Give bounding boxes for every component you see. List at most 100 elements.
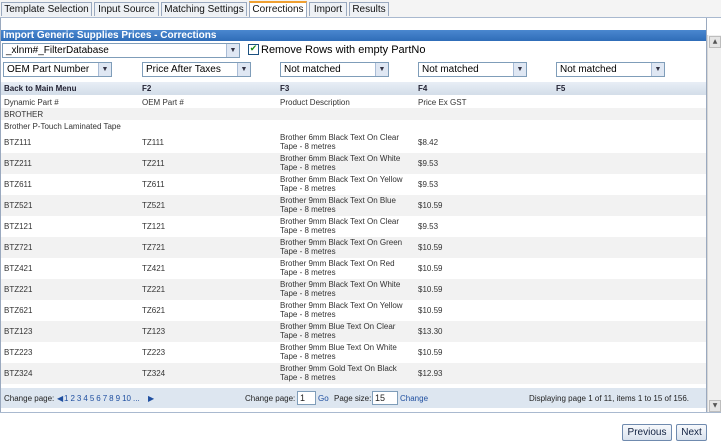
page-link[interactable]: 7: [103, 394, 107, 403]
next-page-icon[interactable]: ▶: [148, 394, 154, 403]
change-page-label: Change page:: [4, 394, 55, 403]
table-row: BTZ611 TZ611 Brother 6mm Black Text On Yel…: [1, 174, 706, 195]
table-cell: Tape - 8 metres: [280, 184, 336, 193]
table-cell: TZ611: [142, 180, 165, 189]
table-cell: Brother 9mm Blue Text On Clear: [280, 322, 396, 331]
page-link[interactable]: 4: [83, 394, 87, 403]
table-cell: Tape - 8 metres: [280, 289, 336, 298]
table-cell: $9.53: [418, 159, 439, 168]
chevron-down-icon: ▼: [375, 63, 388, 76]
chevron-down-icon: ▼: [513, 63, 526, 76]
table-row: BTZ721 TZ721 Brother 9mm Black Text On Gre…: [1, 237, 706, 258]
column-header-f5[interactable]: F5: [556, 82, 565, 95]
table-cell: Price Ex GST: [418, 98, 467, 107]
table-cell: Tape - 8 metres: [280, 310, 336, 319]
page-link[interactable]: 9: [116, 394, 120, 403]
tab-strip: Template Selection Input Source Matching…: [0, 0, 721, 18]
table-cell: BTZ223: [4, 348, 33, 357]
vertical-scrollbar[interactable]: ▲ ▼: [707, 35, 721, 413]
page-link[interactable]: 2: [70, 394, 74, 403]
table-cell: Brother 9mm Black Text On Green: [280, 238, 403, 247]
page-link[interactable]: 6: [96, 394, 100, 403]
table-cell: TZ211: [142, 159, 165, 168]
table-cell: BTZ421: [4, 264, 33, 273]
table-cell: BTZ123: [4, 327, 33, 336]
table-cell: TZ521: [142, 201, 166, 210]
table-cell: Tape - 8 metres: [280, 373, 336, 382]
mapping-select-value: OEM Part Number: [7, 64, 90, 75]
chevron-down-icon: ▼: [237, 63, 250, 76]
page-link[interactable]: 5: [90, 394, 94, 403]
table-row: BTZ211 TZ211 Brother 6mm Black Text On Whi…: [1, 153, 706, 174]
table-cell: $9.53: [418, 222, 439, 231]
column-header-f4[interactable]: F4: [418, 82, 427, 95]
mapping-select-4[interactable]: Not matched ▼: [418, 62, 527, 77]
tab-results[interactable]: Results: [349, 2, 389, 16]
mapping-select-value: Not matched: [422, 64, 479, 75]
mapping-select-2[interactable]: Price After Taxes ▼: [142, 62, 251, 77]
page-link[interactable]: 1: [64, 394, 68, 403]
page-number-input[interactable]: 1: [297, 391, 316, 405]
page-size-input[interactable]: 15: [372, 391, 398, 405]
sheet-select[interactable]: _xlnm#_FilterDatabase ▼: [2, 43, 240, 58]
table-row: BTZ221 TZ221 Brother 9mm Black Text On Whi…: [1, 279, 706, 300]
group-row: BROTHER: [1, 108, 706, 120]
pager-bar: Change page: ◀ 1 2 3 4 5 6 7 8 9 10... ▶ Change p…: [1, 388, 706, 408]
table-cell: Brother 9mm Blue Text On White: [280, 343, 397, 352]
table-cell: Brother 9mm Black Text On White: [280, 280, 401, 289]
scroll-down-icon[interactable]: ▼: [709, 400, 721, 412]
remove-rows-checkbox[interactable]: ✔: [248, 44, 259, 55]
table-cell: $10.59: [418, 264, 443, 273]
table-row: BTZ123 TZ123 Brother 9mm Blue Text On Clea…: [1, 321, 706, 342]
tab-import[interactable]: Import: [309, 2, 347, 16]
table-cell: BTZ111: [4, 138, 32, 147]
tab-template-selection[interactable]: Template Selection: [1, 2, 92, 16]
mapping-select-1[interactable]: OEM Part Number ▼: [3, 62, 112, 77]
mapping-select-value: Not matched: [284, 64, 341, 75]
column-header-f2[interactable]: F2: [142, 82, 151, 95]
page-link[interactable]: 8: [109, 394, 113, 403]
change-page-size-link[interactable]: Change: [400, 394, 428, 403]
table-cell: $12.93: [418, 369, 443, 378]
page-link[interactable]: ...: [133, 394, 140, 403]
back-to-main-menu-link[interactable]: Back to Main Menu: [4, 82, 76, 95]
mapping-select-3[interactable]: Not matched ▼: [280, 62, 389, 77]
chevron-down-icon: ▼: [226, 44, 239, 57]
prev-page-icon[interactable]: ◀: [57, 394, 63, 403]
divider: [0, 412, 721, 413]
page-link[interactable]: 10: [122, 394, 131, 403]
table-cell: Tape - 8 metres: [280, 331, 336, 340]
table-cell: Brother 9mm Gold Text On Black: [280, 364, 397, 373]
table-cell: BTZ621: [4, 306, 33, 315]
next-button[interactable]: Next: [676, 424, 707, 441]
tab-input-source[interactable]: Input Source: [94, 2, 159, 16]
page-links: 1 2 3 4 5 6 7 8 9 10...: [64, 394, 142, 403]
table-cell: Brother P-Touch Laminated Tape: [4, 122, 121, 131]
table-cell: Tape - 8 metres: [280, 268, 336, 277]
table-cell: BTZ324: [4, 369, 33, 378]
page-link[interactable]: 3: [77, 394, 81, 403]
table-cell: $8.42: [418, 138, 439, 147]
table-cell: BTZ721: [4, 243, 33, 252]
go-link[interactable]: Go: [318, 394, 329, 403]
mapping-select-5[interactable]: Not matched ▼: [556, 62, 665, 77]
change-page-label-2: Change page:: [245, 394, 296, 403]
table-cell: OEM Part #: [142, 98, 184, 107]
table-cell: $10.59: [418, 285, 443, 294]
table-cell: BTZ521: [4, 201, 33, 210]
column-header-f3[interactable]: F3: [280, 82, 289, 95]
table-cell: TZ223: [142, 348, 166, 357]
table-cell: Tape - 8 metres: [280, 163, 336, 172]
group-row: Brother P-Touch Laminated Tape: [1, 120, 706, 132]
table-cell: Brother 6mm Black Text On Clear: [280, 133, 400, 142]
previous-button[interactable]: Previous: [622, 424, 672, 441]
table-cell: $9.53: [418, 180, 439, 189]
table-cell: $10.59: [418, 243, 443, 252]
tab-corrections[interactable]: Corrections: [249, 1, 307, 17]
scroll-up-icon[interactable]: ▲: [709, 36, 721, 48]
table-cell: TZ421: [142, 264, 166, 273]
tab-matching-settings[interactable]: Matching Settings: [161, 2, 247, 16]
table-row: BTZ324 TZ324 Brother 9mm Gold Text On Blac…: [1, 363, 706, 384]
table-cell: Tape - 8 metres: [280, 142, 336, 151]
table-cell: $10.59: [418, 306, 443, 315]
